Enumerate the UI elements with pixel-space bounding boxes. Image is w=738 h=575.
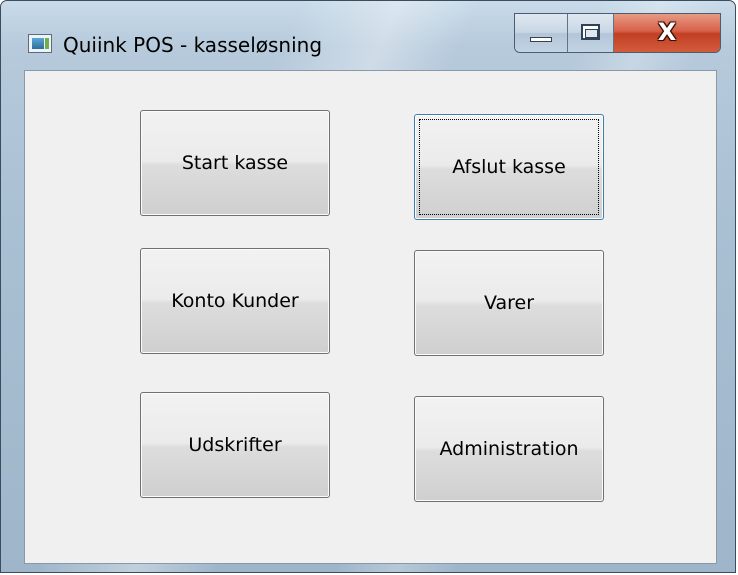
caption-buttons: X bbox=[514, 13, 721, 53]
start-kasse-button[interactable]: Start kasse bbox=[140, 110, 330, 216]
close-button[interactable]: X bbox=[614, 14, 720, 52]
varer-button[interactable]: Varer bbox=[414, 250, 604, 356]
client-area: Start kasse Afslut kasse Konto Kunder Va… bbox=[24, 70, 717, 564]
title-bar[interactable]: Quiink POS - kasseløsning X bbox=[1, 1, 735, 69]
administration-button[interactable]: Administration bbox=[414, 396, 604, 502]
minimize-icon bbox=[530, 37, 552, 42]
konto-kunder-button[interactable]: Konto Kunder bbox=[140, 248, 330, 354]
afslut-kasse-button[interactable]: Afslut kasse bbox=[414, 114, 604, 220]
maximize-icon bbox=[581, 24, 600, 40]
app-window-icon[interactable] bbox=[28, 34, 52, 53]
close-icon: X bbox=[657, 18, 677, 46]
udskrifter-button[interactable]: Udskrifter bbox=[140, 392, 330, 498]
maximize-button[interactable] bbox=[568, 14, 614, 52]
minimize-button[interactable] bbox=[515, 14, 568, 52]
app-window: Quiink POS - kasseløsning X Start kasse … bbox=[0, 0, 736, 573]
window-title: Quiink POS - kasseløsning bbox=[63, 33, 323, 57]
